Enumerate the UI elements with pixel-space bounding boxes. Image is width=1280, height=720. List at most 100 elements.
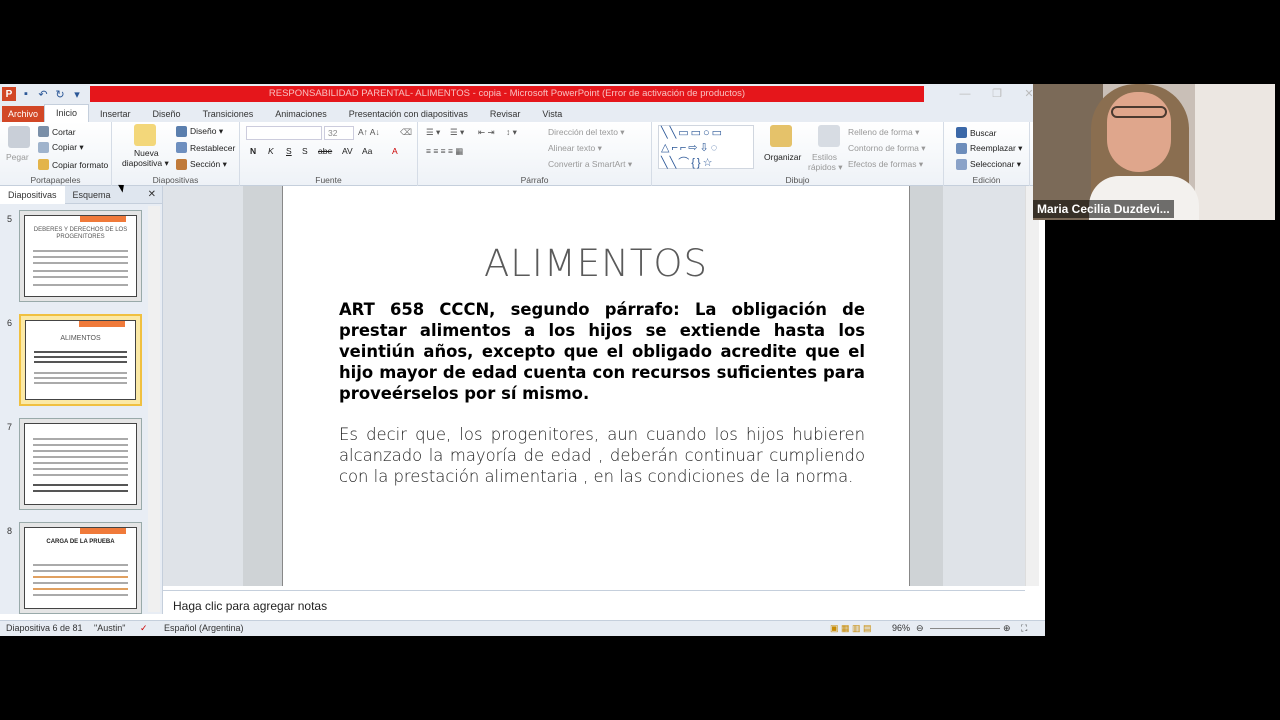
indent-icon[interactable]: ⇤ ⇥	[478, 127, 495, 138]
new-slide-label[interactable]: Nueva	[134, 148, 159, 158]
copy-label: Copiar ▾	[52, 142, 84, 152]
tab-insertar[interactable]: Insertar	[89, 106, 142, 122]
thumbnail-text-line	[33, 456, 128, 458]
tab-slides[interactable]: Diapositivas	[0, 185, 65, 204]
group-label-portapapeles: Portapapeles	[30, 175, 81, 185]
copy-button[interactable]: Copiar ▾	[38, 142, 84, 153]
cut-button[interactable]: Cortar	[38, 126, 76, 137]
replace-button[interactable]: Reemplazar ▾	[956, 143, 1022, 154]
redo-icon[interactable]: ↻	[53, 87, 67, 101]
reset-button[interactable]: Restablecer	[176, 142, 235, 153]
tab-animaciones[interactable]: Animaciones	[264, 106, 338, 122]
slide-thumbnail-selected[interactable]: 6 ALIMENTOS	[0, 314, 150, 410]
slide-thumbnail[interactable]: 8 CARGA DE LA PRUEBA	[0, 522, 150, 618]
panel-scrollbar[interactable]	[148, 206, 160, 612]
align-icons[interactable]: ≡ ≡ ≡ ≡ ▦	[426, 146, 463, 157]
tab-inicio[interactable]: Inicio	[44, 104, 90, 122]
font-family-select[interactable]	[246, 126, 322, 140]
group-parrafo: ☰ ▾ ☰ ▾ ⇤ ⇥ ↕ ▾ ≡ ≡ ≡ ≡ ▦ Dirección del …	[418, 122, 652, 186]
slide-title[interactable]: ALIMENTOS	[283, 242, 909, 285]
slide-thumbnail[interactable]: 7	[0, 418, 150, 514]
customize-toolbar-icon[interactable]: ▾	[70, 87, 84, 101]
slide-thumbnail[interactable]: 5 DEBERES Y DERECHOS DE LOS PROGENITORES	[0, 210, 150, 306]
vertical-scrollbar[interactable]	[1025, 186, 1039, 586]
slides-panel: Diapositivas Esquema ✕ 5 DEBERES Y DEREC…	[0, 185, 163, 614]
thumbnail-frame[interactable]: DEBERES Y DERECHOS DE LOS PROGENITORES	[19, 210, 142, 302]
notes-pane[interactable]: Haga clic para agregar notas	[163, 590, 1025, 620]
paste-button[interactable]: Pegar	[6, 152, 29, 162]
tab-revisar[interactable]: Revisar	[479, 106, 532, 122]
participant-glasses	[1111, 106, 1167, 118]
layout-button[interactable]: Diseño ▾	[176, 126, 223, 137]
language-indicator[interactable]: Español (Argentina)	[164, 623, 244, 633]
zoom-level[interactable]: 96%	[892, 623, 910, 633]
group-label-fuente: Fuente	[315, 175, 342, 185]
slide-paragraph-bold[interactable]: ART 658 CCCN, segundo párrafo: La obliga…	[339, 299, 865, 404]
quick-styles-label[interactable]: Estilos	[812, 152, 837, 162]
zoom-in-icon[interactable]: ⊕	[1003, 623, 1011, 634]
quick-styles-dropdown[interactable]: rápidos ▾	[808, 162, 843, 173]
thumbnail-frame[interactable]	[19, 418, 142, 510]
new-slide-dropdown[interactable]: diapositiva ▾	[122, 158, 169, 169]
bullets-icon[interactable]: ☰ ▾	[426, 127, 440, 138]
paste-icon	[8, 126, 30, 148]
text-direction-button[interactable]: Dirección del texto ▾	[548, 127, 625, 138]
grow-font-icon[interactable]: A↑ A↓	[358, 127, 380, 137]
zoom-slider[interactable]	[930, 628, 1000, 629]
minimize-icon[interactable]: —	[949, 84, 981, 104]
shadow-icon[interactable]: S	[302, 146, 308, 156]
save-icon[interactable]: ▪	[19, 87, 33, 101]
clear-format-icon[interactable]: ⌫	[400, 127, 412, 138]
fit-window-icon[interactable]: ⛶	[1021, 623, 1027, 634]
slide-paragraph[interactable]: Es decir que, los progenitores, aun cuan…	[339, 424, 865, 487]
font-size-select[interactable]: 32	[324, 126, 354, 140]
thumbnail-text-line	[33, 468, 128, 470]
italic-icon[interactable]: K	[268, 146, 274, 156]
arrange-button[interactable]: Organizar	[764, 152, 801, 162]
shape-outline-button[interactable]: Contorno de forma ▾	[848, 143, 926, 154]
tab-archivo[interactable]: Archivo	[2, 106, 45, 122]
video-participant-tile: Maria Cecilia Duzdevi...	[1033, 84, 1275, 220]
zoom-out-icon[interactable]: ⊖	[916, 623, 924, 634]
underline-icon[interactable]: S	[286, 146, 292, 156]
thumbnail-frame[interactable]: ALIMENTOS	[19, 314, 142, 406]
normal-view-icon[interactable]: ▣ ▦ ▥ ▤	[830, 623, 872, 634]
group-label-parrafo: Párrafo	[520, 175, 549, 185]
tab-vista[interactable]: Vista	[531, 106, 573, 122]
replace-icon	[956, 143, 967, 154]
section-button[interactable]: Sección ▾	[176, 159, 227, 170]
thumbnail-slide: CARGA DE LA PRUEBA	[24, 527, 137, 609]
restore-icon[interactable]: ❐	[981, 84, 1013, 104]
find-label: Buscar	[970, 127, 997, 138]
tab-presentacion[interactable]: Presentación con diapositivas	[338, 106, 479, 122]
current-slide[interactable]: ALIMENTOS ART 658 CCCN, segundo párrafo:…	[282, 186, 910, 586]
find-button[interactable]: Buscar	[956, 127, 996, 138]
thumbnail-text-line	[34, 372, 127, 374]
font-color-icon[interactable]: A	[392, 146, 398, 156]
tab-outline[interactable]: Esquema	[65, 186, 119, 204]
format-painter-label: Copiar formato	[52, 159, 109, 170]
align-text-button[interactable]: Alinear texto ▾	[548, 143, 602, 154]
powerpoint-logo-icon: P	[2, 87, 16, 101]
spellcheck-icon[interactable]: ✓	[140, 623, 148, 634]
shape-effects-button[interactable]: Efectos de formas ▾	[848, 159, 923, 170]
select-label: Seleccionar ▾	[970, 159, 1022, 169]
strikethrough-icon[interactable]: abe	[318, 146, 332, 156]
smartart-button[interactable]: Convertir a SmartArt ▾	[548, 159, 632, 170]
numbering-icon[interactable]: ☰ ▾	[450, 127, 464, 138]
undo-icon[interactable]: ↶	[36, 87, 50, 101]
shape-fill-button[interactable]: Relleno de forma ▾	[848, 127, 919, 138]
thumbnail-text-line	[33, 582, 128, 584]
shapes-gallery[interactable]: ╲╲▭▭○▭ △⌐⌐⇨⇩◌ ╲╲⌒{}☆	[658, 125, 754, 169]
cut-label: Cortar	[52, 126, 76, 137]
tab-transiciones[interactable]: Transiciones	[192, 106, 265, 122]
format-painter-button[interactable]: Copiar formato	[38, 159, 108, 170]
thumbnail-frame[interactable]: CARGA DE LA PRUEBA	[19, 522, 142, 614]
spacing-icon[interactable]: AV	[342, 146, 353, 156]
change-case-icon[interactable]: Aa	[362, 146, 372, 156]
bold-icon[interactable]: N	[250, 146, 256, 156]
tab-diseno[interactable]: Diseño	[142, 106, 192, 122]
line-spacing-icon[interactable]: ↕ ▾	[506, 127, 517, 138]
select-button[interactable]: Seleccionar ▾	[956, 159, 1021, 170]
panel-close-icon[interactable]: ✕	[148, 189, 156, 200]
